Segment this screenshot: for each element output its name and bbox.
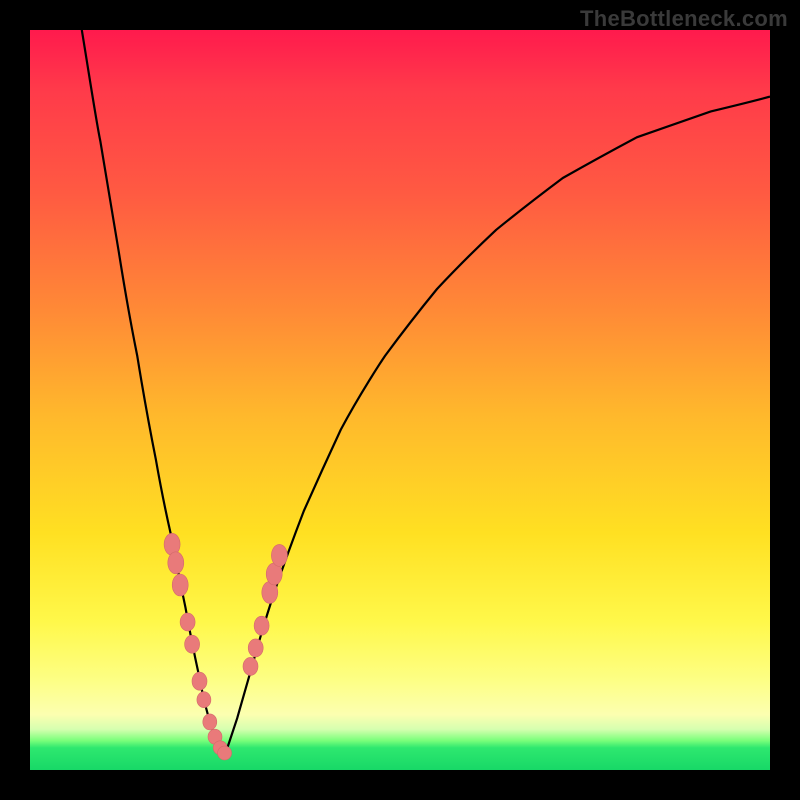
left-arm-markers bbox=[164, 533, 232, 760]
watermark-text: TheBottleneck.com bbox=[580, 6, 788, 32]
right-arm-markers bbox=[243, 544, 287, 675]
curve-layer bbox=[30, 30, 770, 770]
plot-area bbox=[30, 30, 770, 770]
chart-frame: TheBottleneck.com bbox=[0, 0, 800, 800]
